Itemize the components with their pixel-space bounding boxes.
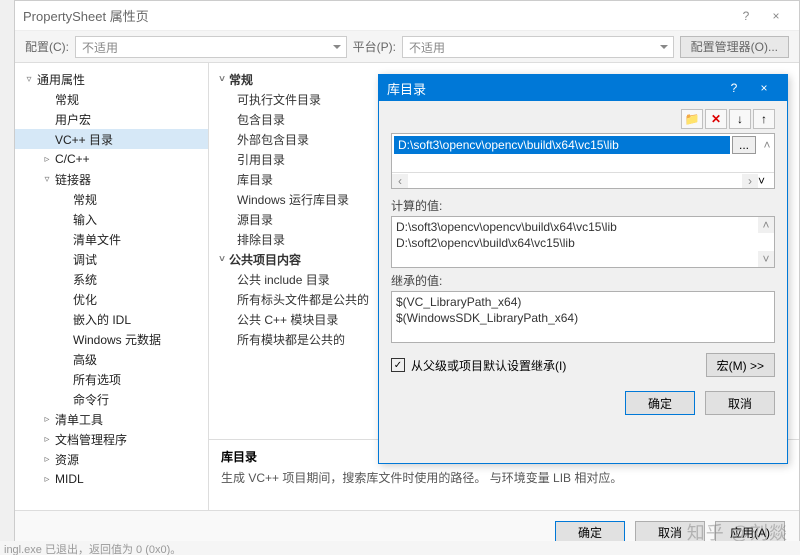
- tree-node[interactable]: ▹用户宏: [15, 109, 208, 129]
- tree-node[interactable]: ▹常规: [15, 89, 208, 109]
- tree-node[interactable]: ▹所有选项: [15, 369, 208, 389]
- config-combo[interactable]: 不适用: [75, 36, 347, 58]
- new-line-button[interactable]: 📁: [681, 109, 703, 129]
- tree-node[interactable]: ▹优化: [15, 289, 208, 309]
- computed-list: D:\soft3\opencv\opencv\build\x64\vc15\li…: [391, 216, 775, 268]
- dialog-toolbar: 📁 ✕ ↓ ↑: [379, 101, 787, 131]
- dialog-title: 库目录: [387, 79, 719, 98]
- dialog-close-button[interactable]: ×: [749, 78, 779, 98]
- tree-node[interactable]: ▿链接器: [15, 169, 208, 189]
- tree-node[interactable]: ▹调试: [15, 249, 208, 269]
- inherited-list: $(VC_LibraryPath_x64)$(WindowsSDK_Librar…: [391, 291, 775, 343]
- macro-button[interactable]: 宏(M) >>: [706, 353, 775, 377]
- edit-value[interactable]: D:\soft3\opencv\opencv\build\x64\vc15\li…: [394, 136, 730, 154]
- tree-node[interactable]: ▹嵌入的 IDL: [15, 309, 208, 329]
- scroll-up-icon[interactable]: ˄: [760, 138, 774, 152]
- tree-node[interactable]: ▹输入: [15, 209, 208, 229]
- edit-list[interactable]: D:\soft3\opencv\opencv\build\x64\vc15\li…: [391, 133, 775, 189]
- config-manager-button[interactable]: 配置管理器(O)...: [680, 36, 789, 58]
- platform-label: 平台(P):: [353, 38, 396, 55]
- tree-node[interactable]: ▹Windows 元数据: [15, 329, 208, 349]
- status-line: ingl.exe 已退出，返回值为 0 (0x0)。: [0, 541, 800, 555]
- lib-dir-dialog: 库目录 ? × 📁 ✕ ↓ ↑ D:\soft3\opencv\opencv\b…: [378, 74, 788, 464]
- close-button[interactable]: ×: [761, 6, 791, 26]
- tree-node[interactable]: ▹常规: [15, 189, 208, 209]
- help-button[interactable]: ?: [731, 6, 761, 26]
- dialog-titlebar: 库目录 ? ×: [379, 75, 787, 101]
- tree-node[interactable]: ▹系统: [15, 269, 208, 289]
- desc-body: 生成 VC++ 项目期间，搜索库文件时使用的路径。 与环境变量 LIB 相对应。: [221, 469, 787, 486]
- dialog-help-button[interactable]: ?: [719, 78, 749, 98]
- inherit-label: 从父级或项目默认设置继承(I): [411, 357, 566, 374]
- tree-node[interactable]: ▿通用属性: [15, 69, 208, 89]
- delete-line-button[interactable]: ✕: [705, 109, 727, 129]
- platform-combo[interactable]: 不适用: [402, 36, 674, 58]
- computed-label: 计算的值:: [391, 197, 775, 214]
- inherit-checkbox[interactable]: ✓: [391, 358, 405, 372]
- window-title: PropertySheet 属性页: [23, 6, 731, 25]
- dialog-cancel-button[interactable]: 取消: [705, 391, 775, 415]
- dialog-footer: 确定 取消: [379, 383, 787, 425]
- dialog-ok-button[interactable]: 确定: [625, 391, 695, 415]
- titlebar: PropertySheet 属性页 ? ×: [15, 1, 799, 31]
- tree-node[interactable]: ▹清单工具: [15, 409, 208, 429]
- scroll-right-icon[interactable]: ›: [742, 174, 758, 188]
- config-label: 配置(C):: [25, 38, 69, 55]
- tree-node[interactable]: ▹MIDL: [15, 469, 208, 489]
- tree-node[interactable]: ▹VC++ 目录: [15, 129, 208, 149]
- nav-tree[interactable]: ▿通用属性▹常规▹用户宏▹VC++ 目录▹C/C++▿链接器▹常规▹输入▹清单文…: [15, 63, 209, 510]
- inherit-row: ✓ 从父级或项目默认设置继承(I) 宏(M) >>: [391, 353, 775, 377]
- browse-button[interactable]: ...: [732, 136, 756, 154]
- tree-node[interactable]: ▹资源: [15, 449, 208, 469]
- scroll-up-icon[interactable]: ˄: [758, 217, 774, 233]
- tree-node[interactable]: ▹C/C++: [15, 149, 208, 169]
- h-scrollbar[interactable]: ‹ › ˅: [392, 172, 774, 188]
- scroll-left-icon[interactable]: ‹: [392, 174, 408, 188]
- tree-node[interactable]: ▹文档管理程序: [15, 429, 208, 449]
- scroll-down-icon[interactable]: ˅: [758, 174, 774, 188]
- tree-node[interactable]: ▹清单文件: [15, 229, 208, 249]
- scroll-down-icon[interactable]: ˅: [758, 251, 774, 267]
- tree-node[interactable]: ▹命令行: [15, 389, 208, 409]
- move-down-button[interactable]: ↓: [729, 109, 751, 129]
- tree-node[interactable]: ▹高级: [15, 349, 208, 369]
- inherited-label: 继承的值:: [391, 272, 775, 289]
- config-toolbar: 配置(C): 不适用 平台(P): 不适用 配置管理器(O)...: [15, 31, 799, 63]
- move-up-button[interactable]: ↑: [753, 109, 775, 129]
